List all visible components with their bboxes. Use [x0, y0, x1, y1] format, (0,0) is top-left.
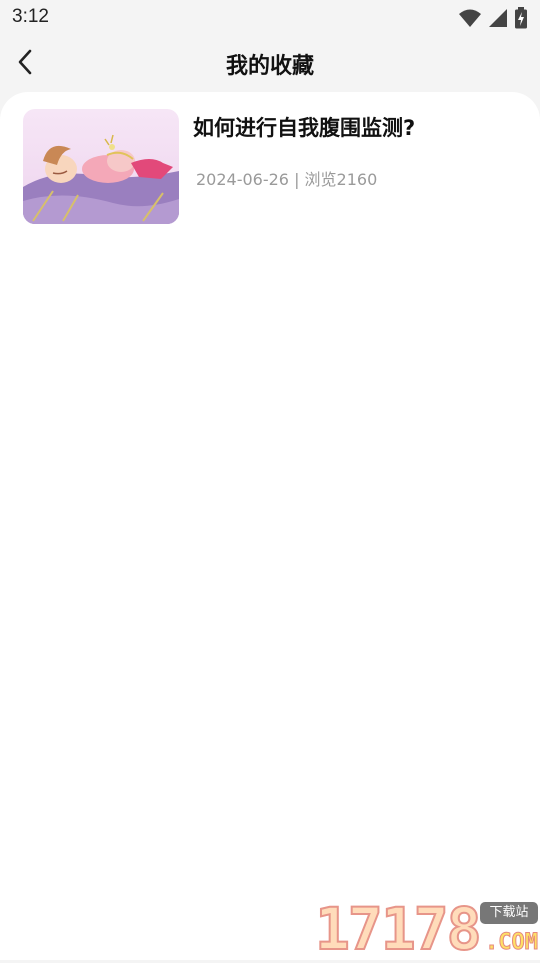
- favorite-item[interactable]: 如何进行自我腹围监测? 2024-06-26 | 浏览2160: [23, 109, 523, 225]
- favorites-list: 如何进行自我腹围监测? 2024-06-26 | 浏览2160: [0, 92, 540, 960]
- status-bar: 3:12: [0, 0, 540, 36]
- status-time: 3:12: [12, 6, 49, 27]
- site-watermark-logo: 17178 下载站 .COM: [314, 895, 540, 963]
- sleeping-woman-illustration: [23, 109, 179, 224]
- watermark-digits: 17178: [314, 895, 483, 963]
- watermark-domain: .COM: [485, 930, 539, 956]
- article-thumbnail[interactable]: [23, 109, 179, 224]
- article-title[interactable]: 如何进行自我腹围监测?: [193, 112, 415, 142]
- wifi-icon: [459, 9, 481, 27]
- watermark-badge: 下载站: [480, 902, 538, 924]
- nav-bar: 我的收藏: [0, 36, 540, 90]
- article-meta: 2024-06-26 | 浏览2160: [196, 170, 378, 189]
- cellular-signal-icon: [489, 9, 507, 27]
- page-title: 我的收藏: [225, 54, 314, 79]
- battery-charging-icon: [515, 7, 527, 29]
- status-icons: [458, 6, 528, 30]
